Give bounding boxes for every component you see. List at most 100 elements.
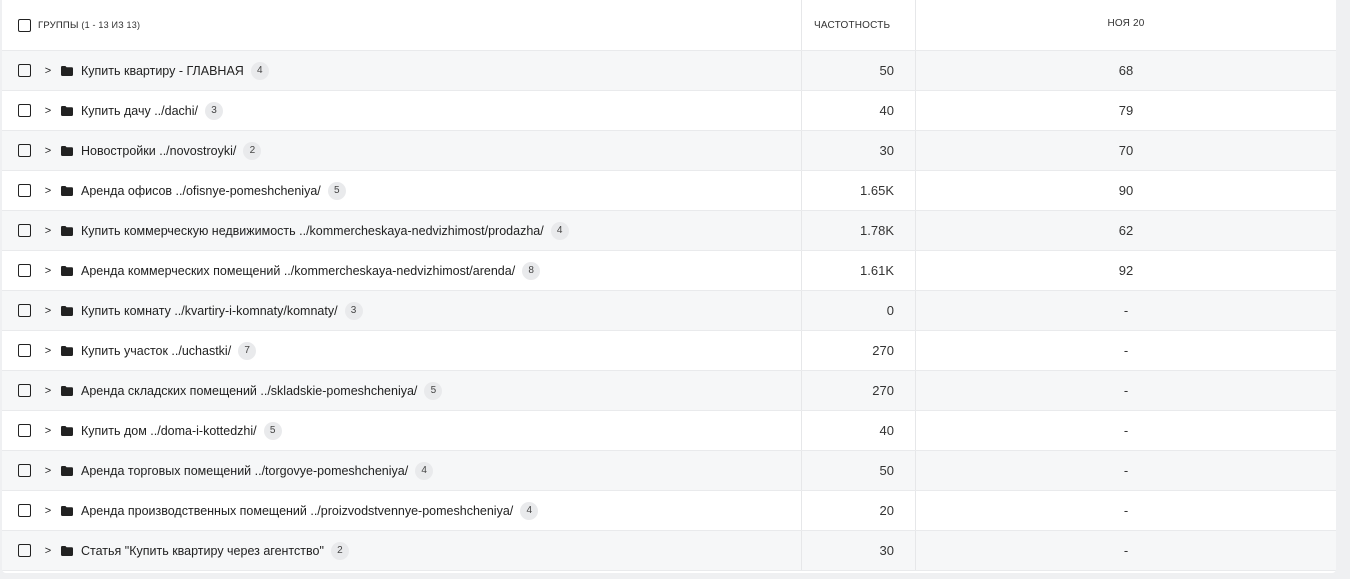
chevron-right-icon[interactable]: > xyxy=(43,345,53,357)
row-checkbox[interactable] xyxy=(18,104,31,117)
table-row[interactable]: > Аренда складских помещений ../skladski… xyxy=(2,371,1336,411)
table-row[interactable]: > Статья "Купить квартиру через агентств… xyxy=(2,531,1336,571)
chevron-right-icon[interactable]: > xyxy=(43,465,53,477)
row-checkbox[interactable] xyxy=(18,264,31,277)
chevron-right-icon[interactable]: > xyxy=(43,545,53,557)
table-row[interactable]: > Купить комнату ../kvartiry-i-komnaty/k… xyxy=(2,291,1336,331)
group-name[interactable]: Статья "Купить квартиру через агентство" xyxy=(81,544,324,558)
group-name[interactable]: Купить участок ../uchastki/ xyxy=(81,344,231,358)
group-cell: > Купить участок ../uchastki/ 7 xyxy=(2,331,802,370)
frequency-value: 20 xyxy=(802,491,916,530)
folder-icon xyxy=(61,385,73,396)
row-checkbox[interactable] xyxy=(18,344,31,357)
nov-20-value: - xyxy=(1123,343,1129,358)
folder-icon xyxy=(61,265,73,276)
folder-icon xyxy=(61,425,73,436)
group-name[interactable]: Купить квартиру - ГЛАВНАЯ xyxy=(81,64,244,78)
group-count-badge: 4 xyxy=(250,61,269,80)
group-cell: > Аренда офисов ../ofisnye-pomeshcheniya… xyxy=(2,171,802,210)
row-checkbox[interactable] xyxy=(18,184,31,197)
header-frequency[interactable]: ЧАСТОТНОСТЬ xyxy=(802,0,916,50)
group-name[interactable]: Купить коммерческую недвижимость ../komm… xyxy=(81,224,544,238)
group-count-badge: 5 xyxy=(424,381,443,400)
table-row[interactable]: > Купить дачу ../dachi/ 3 40 79 xyxy=(2,91,1336,131)
group-count-badge: 4 xyxy=(520,501,539,520)
group-cell: > Купить дом ../doma-i-kottedzhi/ 5 xyxy=(2,411,802,450)
row-checkbox[interactable] xyxy=(18,384,31,397)
chevron-right-icon[interactable]: > xyxy=(43,305,53,317)
table-row[interactable]: > Купить коммерческую недвижимость ../ko… xyxy=(2,211,1336,251)
frequency-value: 270 xyxy=(802,371,916,410)
chevron-right-icon[interactable]: > xyxy=(43,65,53,77)
row-checkbox[interactable] xyxy=(18,504,31,517)
chevron-right-icon[interactable]: > xyxy=(43,225,53,237)
group-name[interactable]: Купить дом ../doma-i-kottedzhi/ xyxy=(81,424,257,438)
frequency-value: 40 xyxy=(802,91,916,130)
table-row[interactable]: > Купить участок ../uchastki/ 7 270 - xyxy=(2,331,1336,371)
header-groups-cell: ГРУППЫ (1 - 13 ИЗ 13) xyxy=(2,0,802,50)
row-checkbox[interactable] xyxy=(18,464,31,477)
group-name[interactable]: Новостройки ../novostroyki/ xyxy=(81,144,236,158)
chevron-right-icon[interactable]: > xyxy=(43,185,53,197)
nov-20-value: - xyxy=(1123,463,1129,478)
group-name[interactable]: Аренда производственных помещений ../pro… xyxy=(81,504,513,518)
group-cell: > Купить квартиру - ГЛАВНАЯ 4 xyxy=(2,51,802,90)
chevron-right-icon[interactable]: > xyxy=(43,145,53,157)
table-row[interactable]: > Аренда коммерческих помещений ../komme… xyxy=(2,251,1336,291)
folder-icon xyxy=(61,545,73,556)
frequency-value: 1.78K xyxy=(802,211,916,250)
table-row[interactable]: > Аренда торговых помещений ../torgovye-… xyxy=(2,451,1336,491)
group-count-badge: 2 xyxy=(330,541,349,560)
group-cell: > Аренда коммерческих помещений ../komme… xyxy=(2,251,802,290)
header-groups-count: (1 - 13 ИЗ 13) xyxy=(81,19,141,30)
group-count-badge: 5 xyxy=(327,181,346,200)
frequency-value: 30 xyxy=(802,131,916,170)
group-cell: > Новостройки ../novostroyki/ 2 xyxy=(2,131,802,170)
row-checkbox[interactable] xyxy=(18,144,31,157)
select-all-checkbox[interactable] xyxy=(18,18,31,32)
header-nov-20[interactable]: НОЯ 20 xyxy=(916,0,1336,50)
groups-table: ГРУППЫ (1 - 13 ИЗ 13) ЧАСТОТНОСТЬ НОЯ 20… xyxy=(2,0,1336,573)
nov-20-value: - xyxy=(1123,303,1129,318)
chevron-right-icon[interactable]: > xyxy=(43,505,53,517)
nov-20-value: - xyxy=(1123,423,1129,438)
group-count-badge: 5 xyxy=(263,421,282,440)
group-cell: > Аренда торговых помещений ../torgovye-… xyxy=(2,451,802,490)
table-row[interactable]: > Купить квартиру - ГЛАВНАЯ 4 50 68 xyxy=(2,51,1336,91)
frequency-value: 1.61K xyxy=(802,251,916,290)
group-cell: > Купить коммерческую недвижимость ../ko… xyxy=(2,211,802,250)
group-count-badge: 4 xyxy=(415,461,434,480)
group-count-badge: 8 xyxy=(522,261,541,280)
folder-icon xyxy=(61,65,73,76)
group-cell: > Купить комнату ../kvartiry-i-komnaty/k… xyxy=(2,291,802,330)
table-row[interactable]: > Купить дом ../doma-i-kottedzhi/ 5 40 - xyxy=(2,411,1336,451)
group-cell: > Аренда складских помещений ../skladski… xyxy=(2,371,802,410)
nov-20-value: - xyxy=(1123,383,1129,398)
row-checkbox[interactable] xyxy=(18,544,31,557)
table-row[interactable]: > Аренда производственных помещений ../p… xyxy=(2,491,1336,531)
group-name[interactable]: Купить комнату ../kvartiry-i-komnaty/kom… xyxy=(81,304,338,318)
folder-icon xyxy=(61,185,73,196)
table-row[interactable]: > Аренда офисов ../ofisnye-pomeshcheniya… xyxy=(2,171,1336,211)
group-name[interactable]: Аренда офисов ../ofisnye-pomeshcheniya/ xyxy=(81,184,321,198)
row-checkbox[interactable] xyxy=(18,64,31,77)
row-checkbox[interactable] xyxy=(18,424,31,437)
group-count-badge: 2 xyxy=(243,141,262,160)
chevron-right-icon[interactable]: > xyxy=(43,265,53,277)
frequency-value: 40 xyxy=(802,411,916,450)
nov-20-value: - xyxy=(1123,503,1129,518)
folder-icon xyxy=(61,345,73,356)
chevron-right-icon[interactable]: > xyxy=(43,105,53,117)
group-name[interactable]: Купить дачу ../dachi/ xyxy=(81,104,198,118)
chevron-right-icon[interactable]: > xyxy=(43,385,53,397)
header-groups-label: ГРУППЫ (1 - 13 ИЗ 13) xyxy=(38,20,140,31)
group-name[interactable]: Аренда торговых помещений ../torgovye-po… xyxy=(81,464,408,478)
row-checkbox[interactable] xyxy=(18,304,31,317)
folder-icon xyxy=(61,145,73,156)
group-name[interactable]: Аренда коммерческих помещений ../kommerc… xyxy=(81,264,515,278)
row-checkbox[interactable] xyxy=(18,224,31,237)
chevron-right-icon[interactable]: > xyxy=(43,425,53,437)
frequency-value: 0 xyxy=(802,291,916,330)
table-row[interactable]: > Новостройки ../novostroyki/ 2 30 70 xyxy=(2,131,1336,171)
group-name[interactable]: Аренда складских помещений ../skladskie-… xyxy=(81,384,417,398)
